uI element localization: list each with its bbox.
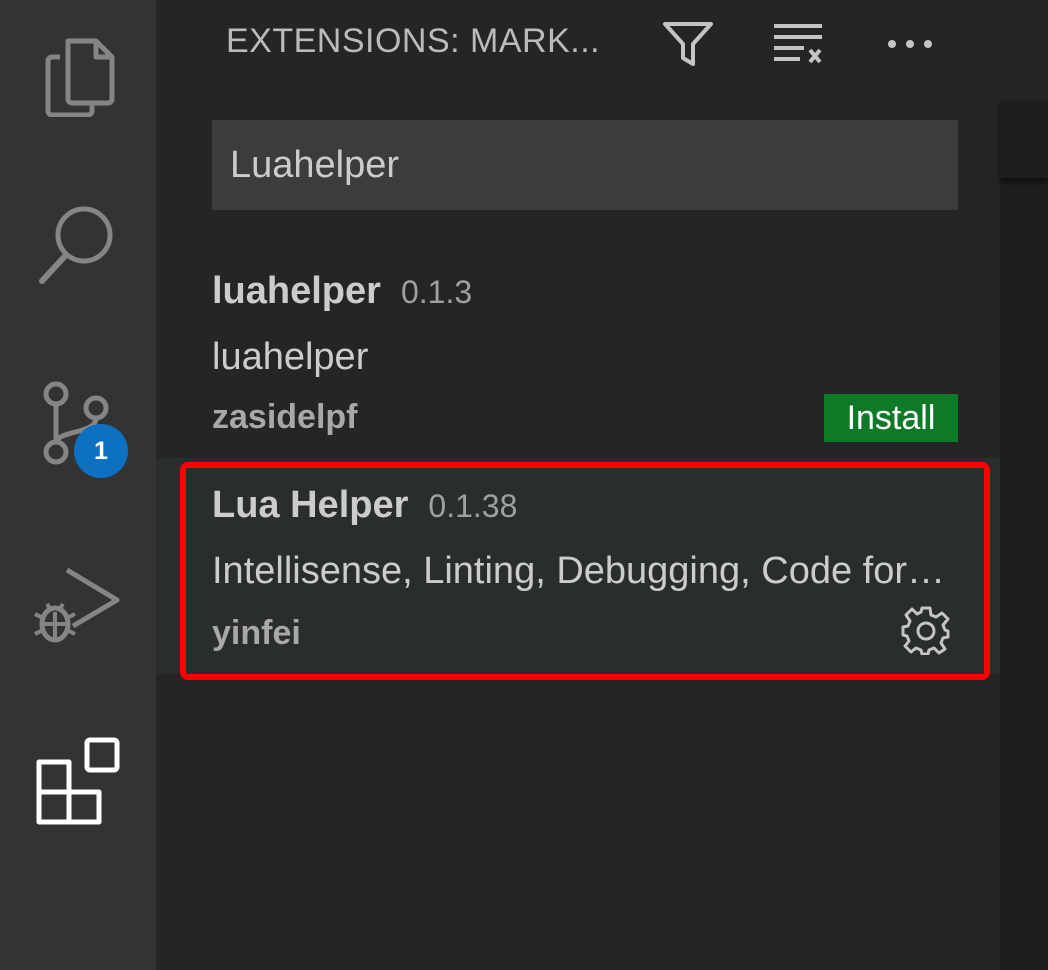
activity-source-control[interactable] [0, 348, 156, 498]
extensions-icon [36, 737, 120, 825]
extension-description: luahelper [212, 336, 369, 378]
editor-breadcrumb-bar [1000, 100, 1048, 178]
filter-icon [663, 22, 713, 66]
extension-name: Lua Helper [212, 484, 409, 526]
search-icon [39, 206, 113, 284]
activity-run-debug[interactable] [0, 530, 156, 680]
scm-badge: 1 [74, 424, 128, 478]
editor-tab-bar [1000, 0, 1048, 100]
activity-explorer[interactable] [0, 0, 156, 150]
files-icon [45, 38, 115, 117]
extension-version: 0.1.38 [428, 488, 518, 524]
extension-search-input[interactable]: Luahelper [212, 120, 958, 210]
manage-button[interactable] [900, 604, 952, 656]
more-actions-button[interactable] [880, 16, 940, 72]
extension-publisher: yinfei [212, 614, 301, 652]
activity-search[interactable] [0, 168, 156, 318]
extension-version: 0.1.3 [400, 274, 473, 310]
extension-list-item-selected[interactable]: Lua Helper 0.1.38 Intellisense, Linting, … [156, 458, 1000, 674]
extension-header: luahelper 0.1.3 [212, 270, 472, 313]
extension-name: luahelper [212, 270, 381, 312]
activity-bar: 1 [0, 0, 156, 970]
install-button[interactable]: Install [824, 394, 958, 442]
vscode-window: 1 EXTENSIONS: MARK... Luahelper luahelpe… [0, 0, 1048, 970]
clear-results-button[interactable] [768, 16, 828, 72]
ellipsis-icon [888, 40, 932, 48]
clear-all-icon [774, 24, 822, 64]
filter-button[interactable] [658, 16, 718, 72]
extensions-sidebar: EXTENSIONS: MARK... Luahelper luahelper … [156, 0, 1000, 970]
debug-icon [34, 567, 120, 643]
activity-extensions[interactable] [0, 706, 156, 856]
sidebar-title: EXTENSIONS: MARK... [226, 22, 601, 60]
extension-header: Lua Helper 0.1.38 [212, 484, 517, 527]
editor-area [1000, 0, 1048, 970]
extension-description: Intellisense, Linting, Debugging, Code f… [212, 550, 948, 592]
gear-icon [901, 606, 950, 655]
extension-publisher: zasidelpf [212, 398, 358, 436]
